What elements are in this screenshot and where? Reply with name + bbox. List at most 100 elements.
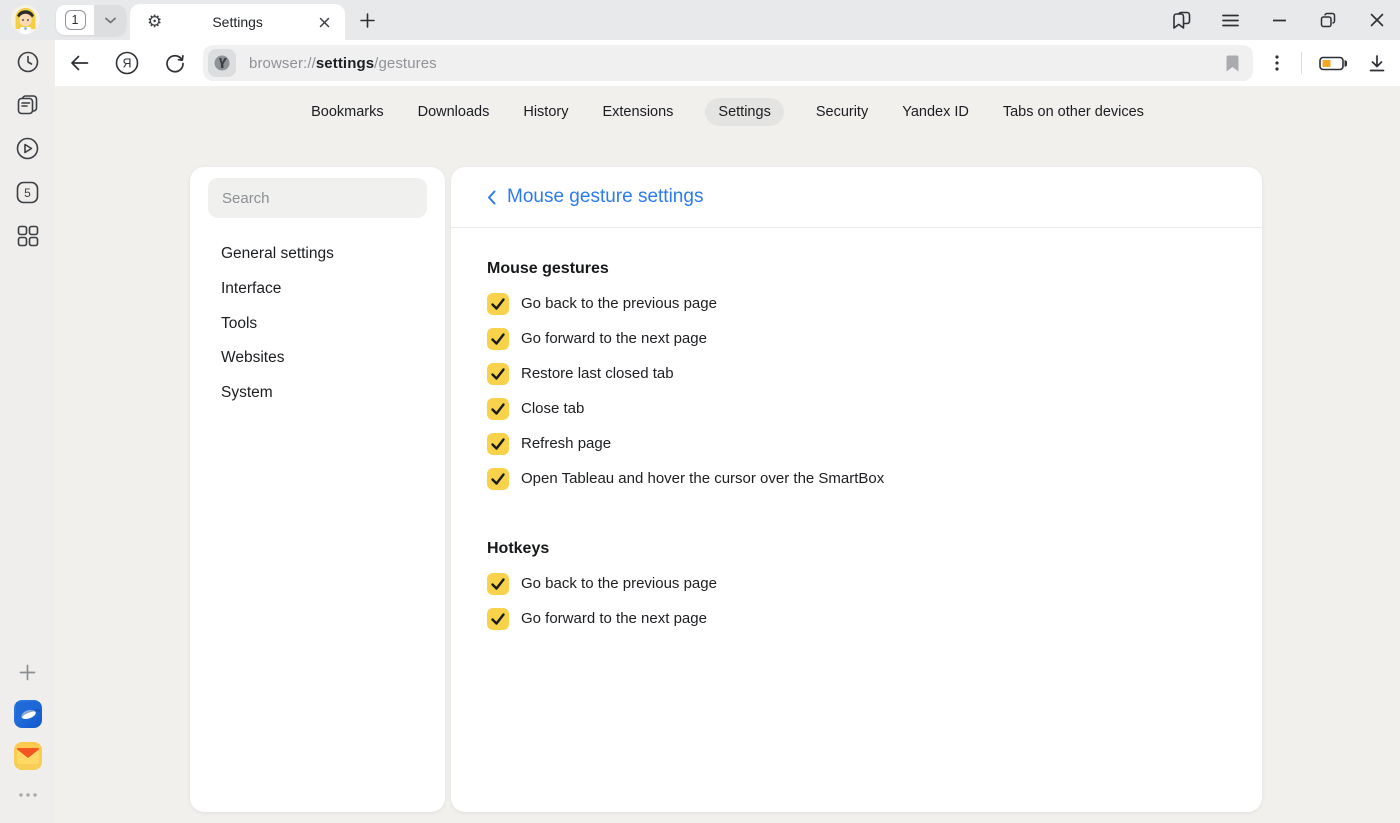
sidebar-item-websites[interactable]: Websites	[190, 341, 445, 376]
history-button[interactable]	[10, 44, 46, 80]
hotkey-option-go-forward[interactable]: Go forward to the next page	[487, 601, 1226, 636]
avatar-girl-icon	[11, 5, 40, 34]
url-text[interactable]: browser://settings/gestures	[249, 55, 1226, 72]
nav-bookmarks[interactable]: Bookmarks	[309, 98, 386, 126]
section-heading-hotkeys: Hotkeys	[487, 531, 1226, 566]
checkbox-checked[interactable]	[487, 608, 509, 630]
checkbox-checked[interactable]	[487, 433, 509, 455]
browser-toolbar: Я browser://settings/gestures	[55, 40, 1400, 86]
tableau-button[interactable]: 5	[10, 174, 46, 210]
checkmark-icon	[487, 433, 509, 455]
play-circle-icon	[16, 137, 39, 160]
services-button[interactable]	[10, 218, 46, 254]
new-tab-button[interactable]	[356, 9, 378, 31]
browser-menu-button[interactable]	[1219, 9, 1241, 31]
bookmark-flag-icon	[1226, 55, 1239, 72]
svg-text:Я: Я	[122, 57, 131, 71]
url-host: settings	[316, 55, 374, 72]
back-arrow-icon	[70, 55, 89, 71]
nav-history[interactable]: History	[521, 98, 570, 126]
checkmark-icon	[487, 608, 509, 630]
checkbox-checked[interactable]	[487, 293, 509, 315]
sidebar-item-interface[interactable]: Interface	[190, 272, 445, 307]
checkbox-checked[interactable]	[487, 328, 509, 350]
chevron-down-icon	[105, 17, 116, 24]
option-label: Restore last closed tab	[521, 365, 674, 382]
gesture-option-go-forward[interactable]: Go forward to the next page	[487, 321, 1226, 356]
checkbox-checked[interactable]	[487, 398, 509, 420]
checkbox-checked[interactable]	[487, 468, 509, 490]
close-window-button[interactable]	[1366, 9, 1388, 31]
section-gap	[487, 496, 1226, 531]
back-to-settings-button[interactable]	[487, 190, 496, 205]
site-favicon[interactable]	[208, 49, 236, 77]
yandex-disk-button[interactable]	[10, 696, 46, 732]
yandex-mail-icon	[14, 742, 42, 770]
window-controls	[1170, 0, 1388, 40]
sidebar-item-tools[interactable]: Tools	[190, 306, 445, 341]
feed-button[interactable]	[10, 87, 46, 123]
yandex-mail-button[interactable]	[10, 738, 46, 774]
add-panel-button[interactable]	[10, 654, 46, 690]
reload-button[interactable]	[158, 46, 192, 80]
downloads-button[interactable]	[1360, 46, 1394, 80]
checkbox-checked[interactable]	[487, 363, 509, 385]
gesture-option-refresh-page[interactable]: Refresh page	[487, 426, 1226, 461]
ellipsis-icon	[19, 793, 37, 797]
bookmarks-panel-icon	[1172, 11, 1191, 30]
restore-window-icon	[1320, 12, 1336, 28]
bookmark-page-button[interactable]	[1226, 55, 1239, 72]
sidebar-item-system[interactable]: System	[190, 376, 445, 411]
tab-count[interactable]: 1	[56, 5, 94, 35]
option-label: Go back to the previous page	[521, 575, 717, 592]
video-button[interactable]	[10, 130, 46, 166]
page-title: Mouse gesture settings	[507, 186, 703, 208]
tab-group-count-icon: 5	[16, 181, 39, 204]
gesture-settings-panel: Mouse gesture settings Mouse gestures Go…	[451, 167, 1262, 812]
nav-security[interactable]: Security	[814, 98, 870, 126]
yandex-ya-icon: Я	[115, 51, 139, 75]
browser-tab-settings[interactable]: ⚙ Settings	[130, 4, 345, 40]
rail-top-icons: 5	[0, 40, 55, 254]
gesture-option-open-tableau[interactable]: Open Tableau and hover the cursor over t…	[487, 461, 1226, 496]
checkmark-icon	[487, 293, 509, 315]
battery-saver-button[interactable]	[1311, 46, 1355, 80]
checkmark-icon	[487, 363, 509, 385]
nav-settings[interactable]: Settings	[705, 98, 783, 126]
kebab-menu-icon	[1275, 55, 1279, 71]
minimize-button[interactable]	[1268, 9, 1290, 31]
gear-icon: ⚙	[147, 14, 162, 31]
nav-extensions[interactable]: Extensions	[600, 98, 675, 126]
tab-list-dropdown[interactable]	[94, 5, 126, 35]
plus-icon	[19, 664, 36, 681]
option-label: Go forward to the next page	[521, 330, 707, 347]
gesture-option-close-tab[interactable]: Close tab	[487, 391, 1226, 426]
checkmark-icon	[487, 398, 509, 420]
sidebar-item-general-settings[interactable]: General settings	[190, 237, 445, 272]
left-sidebar-rail: 5	[0, 40, 55, 823]
close-icon	[1370, 13, 1384, 27]
search-input[interactable]	[208, 178, 427, 218]
address-bar-menu-button[interactable]	[1260, 46, 1294, 80]
nav-tabs-other-devices[interactable]: Tabs on other devices	[1001, 98, 1146, 126]
address-bar[interactable]: browser://settings/gestures	[203, 45, 1253, 81]
settings-nav: Bookmarks Downloads History Extensions S…	[55, 98, 1400, 126]
gesture-option-restore-tab[interactable]: Restore last closed tab	[487, 356, 1226, 391]
profile-avatar[interactable]	[11, 5, 40, 34]
checkbox-checked[interactable]	[487, 573, 509, 595]
tab-close-button[interactable]	[313, 11, 335, 33]
bookmarks-panel-button[interactable]	[1170, 9, 1192, 31]
restore-button[interactable]	[1317, 9, 1339, 31]
hotkey-option-go-back[interactable]: Go back to the previous page	[487, 566, 1226, 601]
yandex-disk-icon	[14, 700, 42, 728]
settings-sidebar: General settings Interface Tools Website…	[190, 167, 445, 812]
rail-more-button[interactable]	[10, 777, 46, 813]
panel-body: Mouse gestures Go back to the previous p…	[451, 228, 1262, 636]
yandex-home-button[interactable]: Я	[110, 46, 144, 80]
back-button[interactable]	[62, 46, 96, 80]
nav-yandex-id[interactable]: Yandex ID	[900, 98, 971, 126]
clock-icon	[17, 51, 39, 73]
nav-downloads[interactable]: Downloads	[416, 98, 492, 126]
tab-count-pill[interactable]: 1	[56, 5, 126, 35]
gesture-option-go-back[interactable]: Go back to the previous page	[487, 286, 1226, 321]
